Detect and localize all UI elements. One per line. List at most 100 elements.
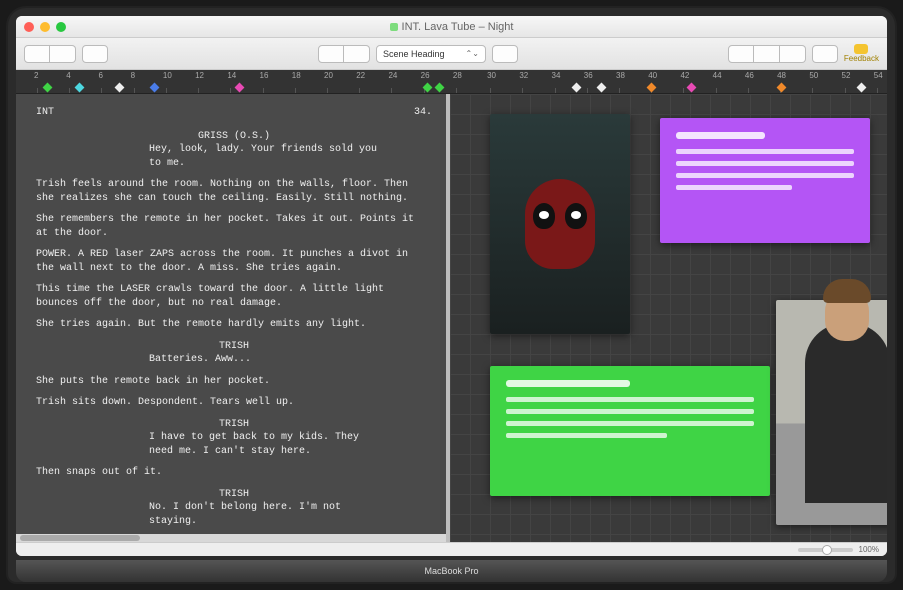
toolbar: Scene Heading ⌃⌄ Feedback: [16, 38, 887, 70]
dialogue-line: I have to get back to my kids. They need…: [89, 431, 379, 458]
purple-note[interactable]: [660, 118, 870, 243]
ruler-number: 44: [713, 71, 722, 80]
note-text-line: [506, 409, 754, 414]
dialogue-line: Batteries. Aww...: [89, 353, 379, 367]
ruler-marker[interactable]: [115, 83, 125, 93]
ruler-number: 12: [195, 71, 204, 80]
man-image[interactable]: [776, 300, 887, 525]
scene-ruler[interactable]: 246810121416182022242628 303234363840424…: [16, 70, 887, 94]
ruler-number: 32: [519, 71, 528, 80]
dialogue-line: Hey, look, lady. Your friends sold you t…: [89, 143, 379, 170]
note-heading: [506, 380, 630, 387]
ruler-number: 22: [356, 71, 365, 80]
action-line: POWER. A RED laser ZAPS across the room.…: [36, 248, 432, 275]
window-title: INT. Lava Tube – Night: [402, 21, 514, 33]
ruler-number: 8: [131, 71, 135, 80]
character-cue: GRISS (O.S.): [36, 130, 432, 144]
ruler-marker[interactable]: [435, 83, 445, 93]
app-window: INT. Lava Tube – Night Scene Heading ⌃⌄: [16, 16, 887, 556]
note-text-line: [506, 397, 754, 402]
ruler-marker[interactable]: [857, 83, 867, 93]
minimize-icon[interactable]: [40, 22, 50, 32]
ruler-number: 10: [163, 71, 172, 80]
action-line: She tries again. But the remote hardly e…: [36, 318, 432, 332]
ruler-number: 6: [98, 71, 102, 80]
toolbar-button-c[interactable]: [728, 45, 754, 63]
zoom-slider-knob[interactable]: [822, 545, 832, 555]
green-note[interactable]: [490, 366, 770, 496]
scene-heading: INT: [36, 106, 54, 120]
character-cue: TRISH: [36, 488, 432, 502]
note-text-line: [676, 173, 854, 178]
note-text-line: [506, 421, 754, 426]
action-line: Then snaps out of it.: [36, 466, 432, 480]
action-line: She remembers the remote in her pocket. …: [36, 213, 432, 240]
nav-prev-button[interactable]: [318, 45, 344, 63]
laptop-frame: INT. Lava Tube – Night Scene Heading ⌃⌄: [8, 8, 895, 582]
character-cue: TRISH: [36, 340, 432, 354]
ruler-number: 24: [388, 71, 397, 80]
ruler-marker[interactable]: [597, 83, 607, 93]
ruler-number: 40: [648, 71, 657, 80]
titlebar: INT. Lava Tube – Night: [16, 16, 887, 38]
chevron-updown-icon: ⌃⌄: [466, 49, 479, 58]
ruler-marker[interactable]: [572, 83, 582, 93]
ruler-number: 26: [421, 71, 430, 80]
page-number: 34.: [414, 106, 432, 120]
script-editor[interactable]: INT 34. GRISS (O.S.)Hey, look, lady. You…: [16, 94, 446, 542]
action-line: This time the LASER crawls toward the do…: [36, 283, 432, 310]
action-line: Trish feels around the room. Nothing on …: [36, 178, 432, 205]
ruler-number: 52: [842, 71, 851, 80]
horizontal-scrollbar[interactable]: [16, 534, 446, 542]
view-mode-button-2[interactable]: [50, 45, 76, 63]
cork-board[interactable]: [450, 94, 887, 542]
ruler-number: 14: [227, 71, 236, 80]
toolbar-button-a[interactable]: [82, 45, 108, 63]
ruler-number: 2: [34, 71, 38, 80]
action-line: Trish sits down. Despondent. Tears well …: [36, 396, 432, 410]
feedback-icon: [854, 44, 868, 54]
ruler-number: 48: [777, 71, 786, 80]
note-text-line: [676, 149, 854, 154]
ruler-number: 46: [745, 71, 754, 80]
character-cue: TRISH: [36, 418, 432, 432]
ruler-number: 38: [616, 71, 625, 80]
ruler-number: 16: [260, 71, 269, 80]
note-text-line: [676, 185, 792, 190]
toolbar-button-d[interactable]: [754, 45, 780, 63]
toolbar-button-f[interactable]: [812, 45, 838, 63]
ruler-marker[interactable]: [75, 83, 85, 93]
ruler-marker[interactable]: [43, 83, 53, 93]
deadpool-image[interactable]: [490, 114, 630, 334]
ruler-number: 36: [584, 71, 593, 80]
view-mode-button-1[interactable]: [24, 45, 50, 63]
scrollbar-thumb[interactable]: [20, 535, 140, 541]
feedback-button[interactable]: Feedback: [844, 44, 879, 63]
ruler-number: 30: [487, 71, 496, 80]
ruler-number: 42: [680, 71, 689, 80]
ruler-number: 34: [552, 71, 561, 80]
ruler-marker[interactable]: [687, 83, 697, 93]
ruler-marker[interactable]: [150, 83, 160, 93]
close-icon[interactable]: [24, 22, 34, 32]
status-bar: 100%: [16, 542, 887, 556]
ruler-marker[interactable]: [235, 83, 245, 93]
zoom-slider[interactable]: [798, 548, 853, 552]
nav-next-button[interactable]: [344, 45, 370, 63]
element-type-label: Scene Heading: [383, 49, 445, 59]
toolbar-button-b[interactable]: [492, 45, 518, 63]
action-line: She puts the remote back in her pocket.: [36, 375, 432, 389]
ruler-marker[interactable]: [777, 83, 787, 93]
note-text-line: [506, 433, 667, 438]
dialogue-line: No. I don't belong here. I'm not staying…: [89, 501, 379, 528]
document-status-icon: [390, 23, 398, 31]
zoom-icon[interactable]: [56, 22, 66, 32]
toolbar-button-e[interactable]: [780, 45, 806, 63]
person-silhouette-icon: [805, 323, 887, 503]
ruler-number: 50: [809, 71, 818, 80]
ruler-number: 4: [66, 71, 70, 80]
ruler-marker[interactable]: [647, 83, 657, 93]
note-text-line: [676, 161, 854, 166]
element-type-select[interactable]: Scene Heading ⌃⌄: [376, 45, 486, 63]
laptop-base: MacBook Pro: [16, 560, 887, 582]
